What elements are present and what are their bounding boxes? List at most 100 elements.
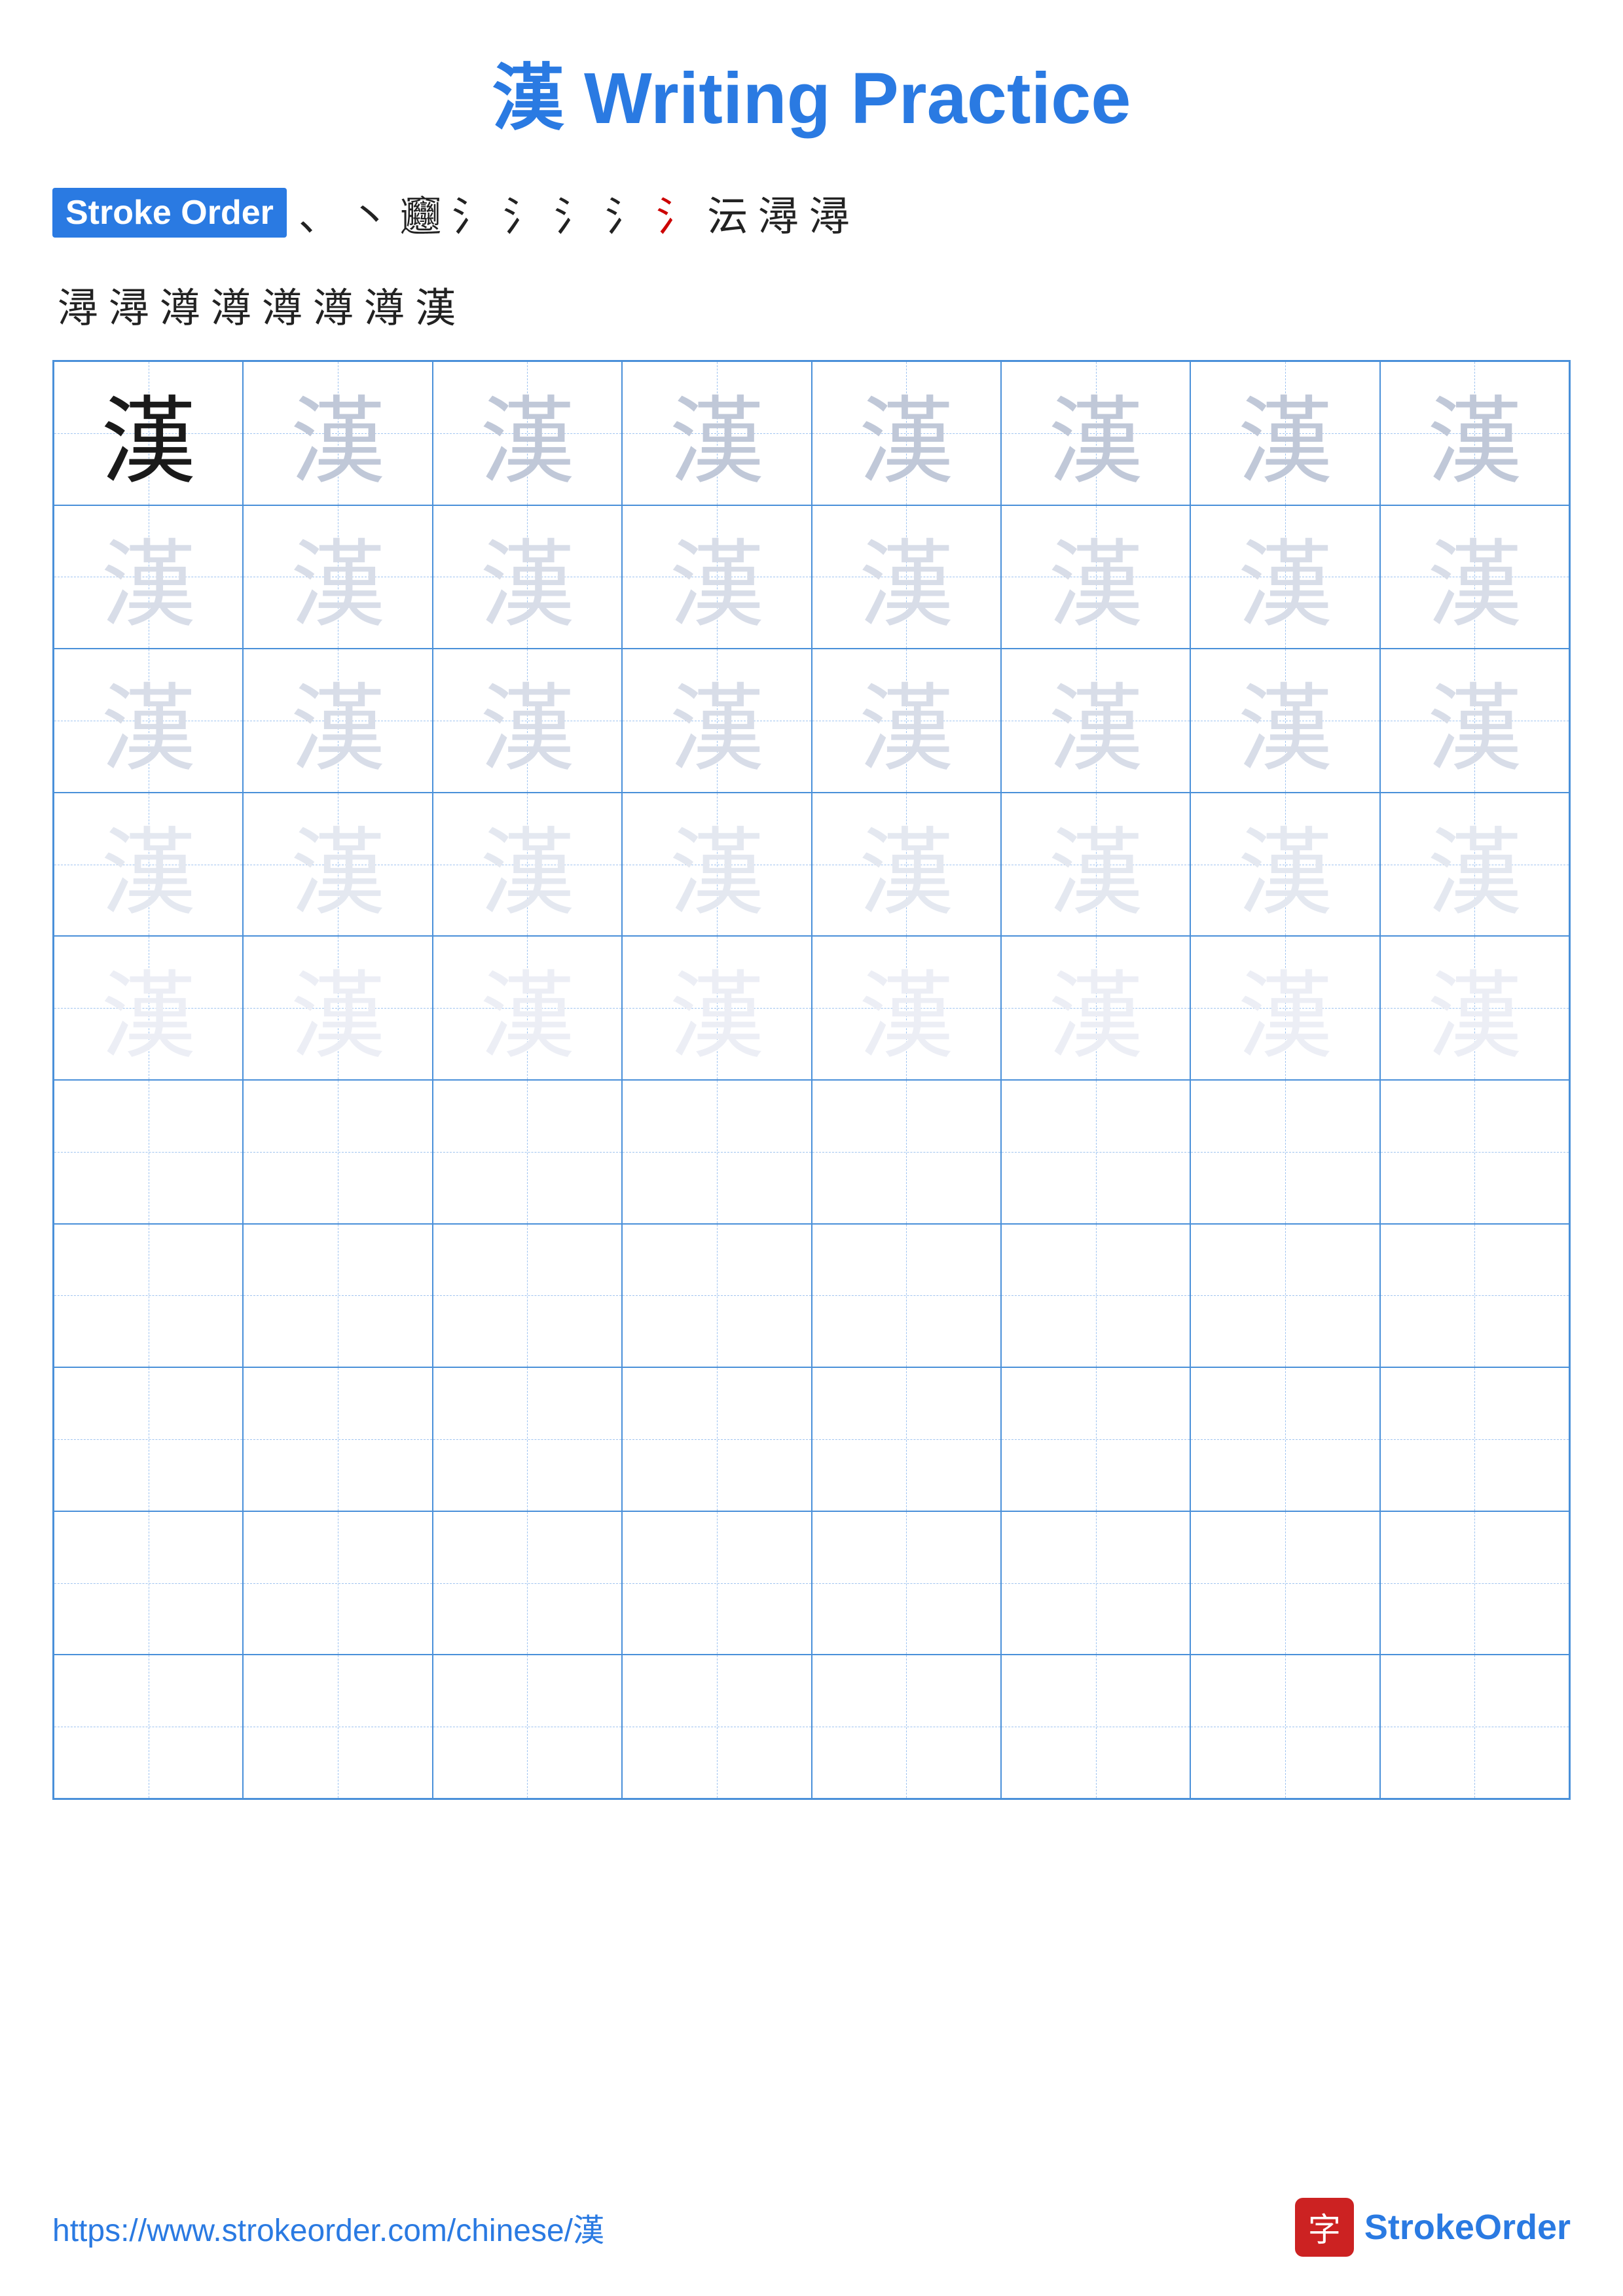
grid-cell-3-0: 漢 [54, 793, 243, 937]
grid-cell-6-6[interactable] [1190, 1224, 1379, 1368]
grid-cell-8-2[interactable] [433, 1511, 622, 1655]
footer-url[interactable]: https://www.strokeorder.com/chinese/漢 [52, 2204, 604, 2250]
grid-cell-9-2[interactable] [433, 1655, 622, 1799]
grid-cell-8-0[interactable] [54, 1511, 243, 1655]
stroke-char-r2-1: 潯 [58, 275, 98, 334]
stroke-char-11: 潯 [809, 183, 850, 242]
stroke-char-4: 氵 [452, 183, 492, 242]
grid-cell-1-1: 漢 [243, 505, 432, 649]
brand-text: StrokeOrder [1364, 2207, 1571, 2248]
grid-cell-0-3: 漢 [622, 361, 811, 505]
grid-cell-4-2: 漢 [433, 936, 622, 1080]
grid-cell-7-2[interactable] [433, 1367, 622, 1511]
stroke-char-r2-7: 澊 [364, 275, 405, 334]
grid-cell-1-7: 漢 [1380, 505, 1569, 649]
grid-cell-0-4: 漢 [812, 361, 1001, 505]
grid-cell-8-1[interactable] [243, 1511, 432, 1655]
stroke-char-1: 、 [299, 183, 339, 242]
grid-cell-7-4[interactable] [812, 1367, 1001, 1511]
grid-cell-4-6: 漢 [1190, 936, 1379, 1080]
grid-cell-9-3[interactable] [622, 1655, 811, 1799]
grid-cell-8-4[interactable] [812, 1511, 1001, 1655]
stroke-char-r2-6: 澊 [313, 275, 354, 334]
stroke-char-3: 𰻝 [401, 183, 441, 242]
grid-cell-7-0[interactable] [54, 1367, 243, 1511]
grid-cell-7-1[interactable] [243, 1367, 432, 1511]
grid-cell-7-7[interactable] [1380, 1367, 1569, 1511]
stroke-order-section: Stroke Order 、 丶 𰻝 氵 氵 氵 氵 氵 沄 潯 潯 [52, 183, 1571, 242]
grid-cell-6-0[interactable] [54, 1224, 243, 1368]
grid-cell-0-6: 漢 [1190, 361, 1379, 505]
grid-cell-1-0: 漢 [54, 505, 243, 649]
grid-cell-8-6[interactable] [1190, 1511, 1379, 1655]
stroke-char-5: 氵 [503, 183, 543, 242]
grid-cell-2-5: 漢 [1001, 649, 1190, 793]
grid-cell-3-5: 漢 [1001, 793, 1190, 937]
stroke-order-chars-row2: 潯 潯 澊 澊 澊 澊 澊 漢 [52, 275, 1571, 334]
grid-cell-3-6: 漢 [1190, 793, 1379, 937]
grid-cell-0-1: 漢 [243, 361, 432, 505]
stroke-char-r2-4: 澊 [211, 275, 251, 334]
grid-cell-5-3[interactable] [622, 1080, 811, 1224]
grid-cell-3-1: 漢 [243, 793, 432, 937]
grid-cell-7-3[interactable] [622, 1367, 811, 1511]
footer: https://www.strokeorder.com/chinese/漢 字 … [52, 2198, 1571, 2257]
stroke-order-chars-row1: 、 丶 𰻝 氵 氵 氵 氵 氵 沄 潯 潯 [293, 183, 855, 242]
grid-cell-5-2[interactable] [433, 1080, 622, 1224]
grid-cell-2-4: 漢 [812, 649, 1001, 793]
grid-cell-9-6[interactable] [1190, 1655, 1379, 1799]
grid-cell-9-4[interactable] [812, 1655, 1001, 1799]
grid-cell-3-2: 漢 [433, 793, 622, 937]
grid-cell-9-0[interactable] [54, 1655, 243, 1799]
practice-grid: 漢 漢 漢 漢 漢 漢 漢 漢 漢 漢 漢 漢 漢 漢 漢 漢 漢 漢 漢 漢 … [52, 360, 1571, 1800]
grid-cell-0-7: 漢 [1380, 361, 1569, 505]
grid-cell-9-7[interactable] [1380, 1655, 1569, 1799]
grid-cell-1-2: 漢 [433, 505, 622, 649]
grid-cell-5-1[interactable] [243, 1080, 432, 1224]
grid-cell-6-3[interactable] [622, 1224, 811, 1368]
grid-cell-5-7[interactable] [1380, 1080, 1569, 1224]
grid-cell-8-5[interactable] [1001, 1511, 1190, 1655]
stroke-char-9: 沄 [707, 183, 748, 242]
grid-cell-9-5[interactable] [1001, 1655, 1190, 1799]
grid-cell-2-6: 漢 [1190, 649, 1379, 793]
stroke-char-2: 丶 [350, 183, 390, 242]
grid-cell-4-4: 漢 [812, 936, 1001, 1080]
grid-cell-3-4: 漢 [812, 793, 1001, 937]
grid-cell-1-3: 漢 [622, 505, 811, 649]
stroke-char-r2-3: 澊 [160, 275, 200, 334]
grid-cell-4-5: 漢 [1001, 936, 1190, 1080]
grid-cell-8-7[interactable] [1380, 1511, 1569, 1655]
brand-icon: 字 [1295, 2198, 1354, 2257]
grid-cell-8-3[interactable] [622, 1511, 811, 1655]
grid-cell-0-5: 漢 [1001, 361, 1190, 505]
stroke-char-r2-5: 澊 [262, 275, 302, 334]
grid-cell-2-1: 漢 [243, 649, 432, 793]
grid-cell-9-1[interactable] [243, 1655, 432, 1799]
grid-cell-5-6[interactable] [1190, 1080, 1379, 1224]
grid-cell-2-7: 漢 [1380, 649, 1569, 793]
grid-cell-7-6[interactable] [1190, 1367, 1379, 1511]
stroke-order-label: Stroke Order [52, 188, 287, 238]
grid-cell-6-4[interactable] [812, 1224, 1001, 1368]
grid-cell-6-5[interactable] [1001, 1224, 1190, 1368]
grid-cell-5-0[interactable] [54, 1080, 243, 1224]
stroke-char-r2-2: 潯 [109, 275, 149, 334]
stroke-char-r2-8: 漢 [415, 275, 456, 334]
stroke-char-10: 潯 [758, 183, 799, 242]
grid-cell-1-5: 漢 [1001, 505, 1190, 649]
grid-cell-4-1: 漢 [243, 936, 432, 1080]
grid-cell-4-3: 漢 [622, 936, 811, 1080]
stroke-char-8-red: 氵 [656, 183, 697, 242]
grid-cell-6-2[interactable] [433, 1224, 622, 1368]
grid-cell-2-2: 漢 [433, 649, 622, 793]
grid-cell-2-3: 漢 [622, 649, 811, 793]
grid-cell-0-2: 漢 [433, 361, 622, 505]
grid-cell-5-5[interactable] [1001, 1080, 1190, 1224]
grid-cell-4-0: 漢 [54, 936, 243, 1080]
grid-cell-3-3: 漢 [622, 793, 811, 937]
grid-cell-7-5[interactable] [1001, 1367, 1190, 1511]
grid-cell-6-1[interactable] [243, 1224, 432, 1368]
grid-cell-6-7[interactable] [1380, 1224, 1569, 1368]
grid-cell-5-4[interactable] [812, 1080, 1001, 1224]
